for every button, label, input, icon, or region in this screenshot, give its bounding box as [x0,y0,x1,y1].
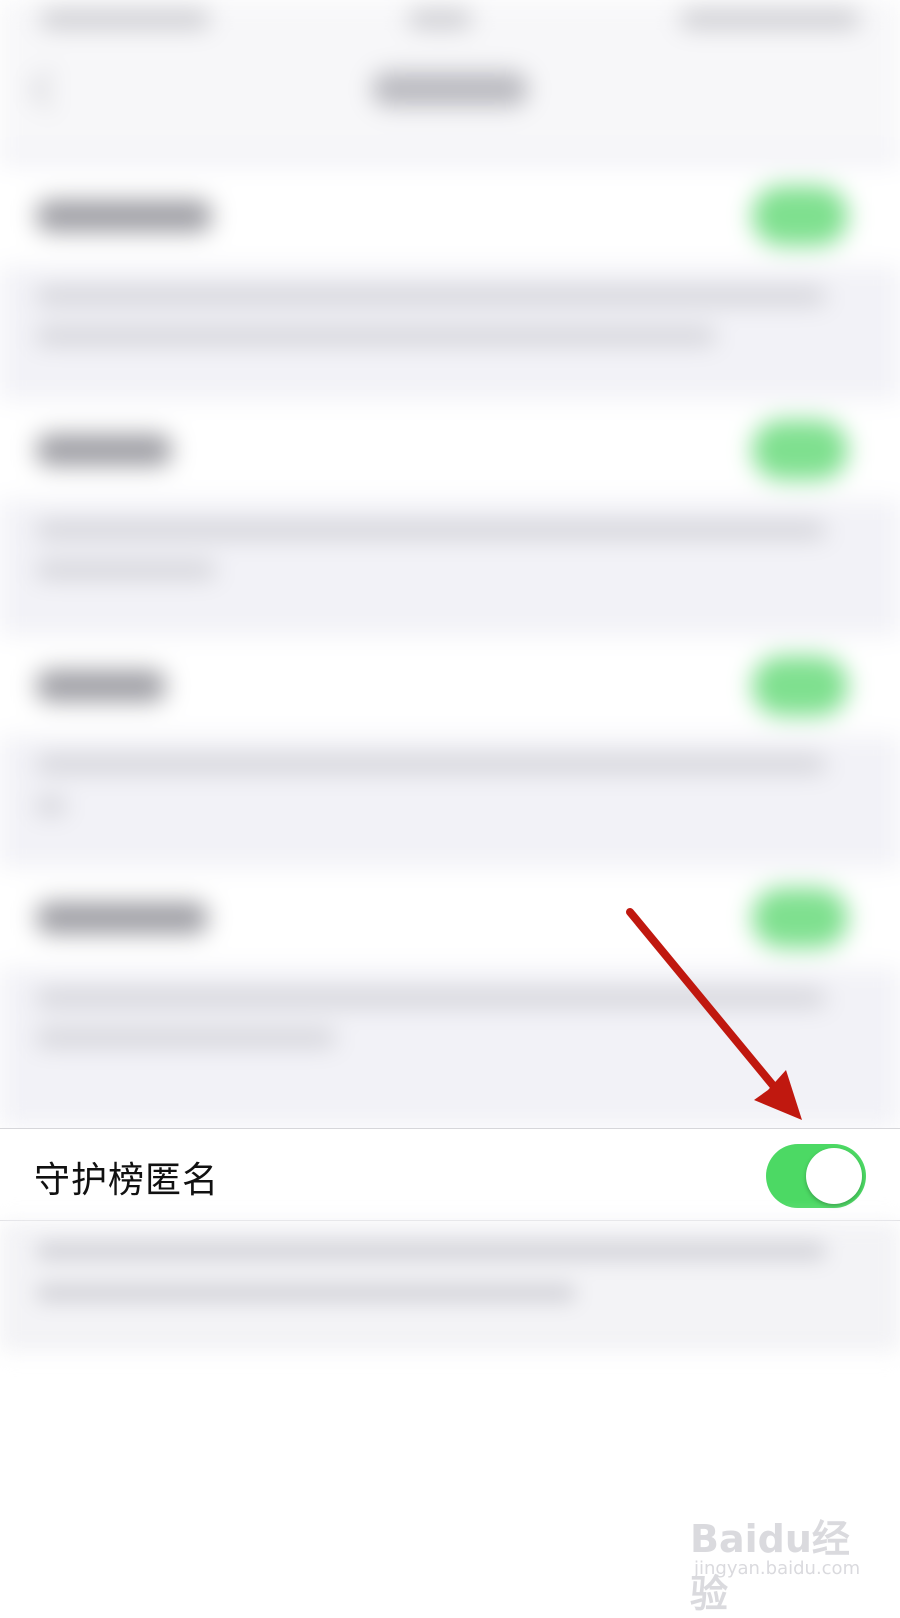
blurred-toggle [752,420,848,480]
blurred-setting-row [0,166,900,266]
nav-title [372,72,528,106]
toggle-knob[interactable] [806,1148,862,1204]
baidu-watermark: Baidu经验 jingyan.baidu.com [690,1488,870,1616]
blurred-setting-row [0,400,900,500]
blurred-toggle [752,888,848,948]
watermark-url: jingyan.baidu.com [694,1558,861,1579]
blurred-description [36,328,716,344]
blurred-description [36,522,826,538]
blurred-toggle [752,656,848,716]
blurred-setting-row [0,868,900,968]
blurred-label [36,670,166,702]
blurred-description [36,1030,336,1046]
blurred-description [36,798,66,814]
blurred-description [36,756,826,772]
carrier-indicator [40,10,210,28]
status-bar [0,0,900,150]
blurred-row-description [0,1222,900,1352]
blurred-setting-row [0,636,900,736]
blurred-toggle [752,186,848,246]
battery-indicator [680,10,860,28]
blurred-label [36,434,172,466]
blurred-settings-background [0,0,900,1128]
blurred-description [36,288,826,304]
blurred-description [36,1242,826,1260]
row-divider-bottom [0,1220,900,1221]
clock-indicator [408,10,472,28]
anonymous-toggle-switch[interactable] [766,1144,866,1208]
blurred-description [36,562,216,578]
back-arrow-icon[interactable] [30,70,69,109]
setting-label: 守护榜匿名 [34,1160,220,1201]
setting-row-guard-list-anonymous: 守护榜匿名 [0,1129,900,1220]
blurred-label [36,902,208,934]
blurred-label [36,200,212,232]
blurred-description [36,1284,576,1302]
blurred-description [36,990,826,1006]
